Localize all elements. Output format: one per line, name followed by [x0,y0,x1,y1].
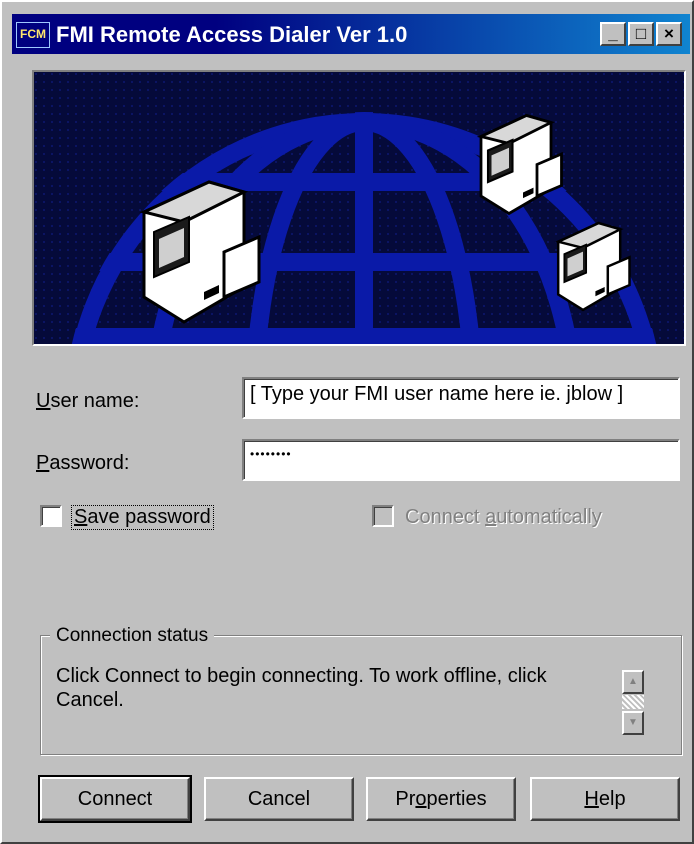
help-button[interactable]: Help [530,777,680,821]
help-label-rest: elp [598,788,626,810]
app-icon: FCM [16,22,50,48]
connect-button[interactable]: Connect [38,775,192,823]
connection-status-title: Connection status [50,625,215,647]
save-password-label-rest: ave password [87,506,211,528]
connection-status-text: Click Connect to begin connecting. To wo… [56,665,547,711]
connect-automatically-checkbox[interactable] [372,505,394,527]
username-label-rest: ser name: [50,390,140,412]
username-label-hotkey: U [36,390,51,412]
save-password-checkbox[interactable] [40,505,62,527]
password-input[interactable]: •••••••• [242,439,680,481]
title-bar[interactable]: FCM FMI Remote Access Dialer Ver 1.0 _ □… [12,14,690,54]
password-label: Password: [36,452,129,475]
minimize-button[interactable]: _ [600,22,626,46]
network-banner [32,70,686,346]
properties-hotkey: o [415,788,427,810]
close-button[interactable]: × [656,22,682,46]
save-password-hotkey: S [74,506,88,528]
connect-automatically-label-pre: Connect [405,506,486,528]
app-icon-text: FCM [20,27,46,41]
properties-button[interactable]: Properties [366,777,516,821]
properties-label: Properties [395,788,486,810]
username-label: User name: [36,390,139,413]
help-hotkey: H [584,788,599,810]
down-arrow-icon: ▼ [628,717,638,728]
help-label: Help [584,788,625,810]
connect-automatically-label[interactable]: Connect automatically [405,506,602,529]
password-label-hotkey: P [36,452,50,474]
up-arrow-icon: ▲ [628,676,638,687]
properties-label-rest: perties [426,788,487,810]
connect-automatically-label-rest: utomatically [496,506,602,528]
scroll-down-button[interactable]: ▼ [622,711,644,735]
cancel-button[interactable]: Cancel [204,777,354,821]
banner-graphic [34,72,684,344]
scroll-up-button[interactable]: ▲ [622,670,644,694]
window-title: FMI Remote Access Dialer Ver 1.0 [56,22,408,47]
connect-automatically-hotkey: a [485,506,497,528]
username-input[interactable]: [ Type your FMI user name here ie. jblow… [242,377,680,419]
save-password-label[interactable]: Save password [71,505,214,530]
dialer-window: FCM FMI Remote Access Dialer Ver 1.0 _ □… [0,0,694,844]
scrollbar-track[interactable] [622,695,644,709]
password-label-rest: assword: [49,452,130,474]
properties-label-pre: Pr [395,788,416,810]
maximize-button[interactable]: □ [628,22,654,46]
